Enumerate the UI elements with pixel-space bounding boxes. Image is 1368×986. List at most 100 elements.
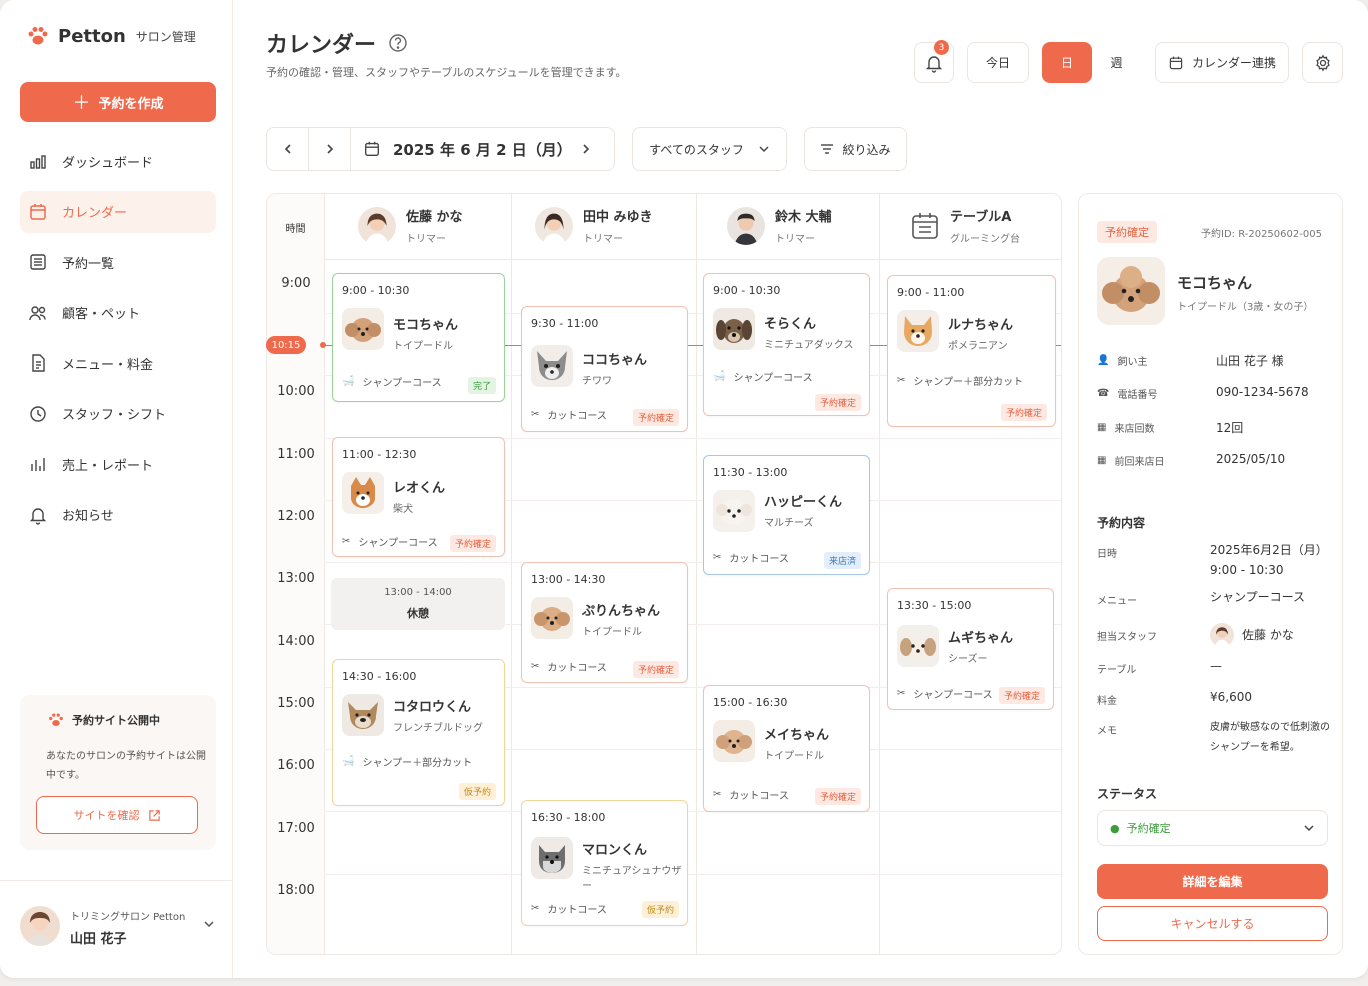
pet-name: マロンくん: [582, 843, 648, 858]
appointment-card[interactable]: 11:00 - 12:30 レオくん 柴犬 ✂ シャンプーコース 予約確定: [332, 437, 505, 557]
nav-label: 顧客・ペット: [62, 307, 141, 322]
pet-breed: ミニチュアシュナウザー: [582, 866, 682, 892]
nav-label: スタッフ・シフト: [62, 408, 167, 423]
prev-day-button[interactable]: [267, 128, 309, 170]
time-label: 10:00: [277, 384, 315, 399]
filter-button[interactable]: 絞り込み: [804, 127, 907, 171]
appointment-card[interactable]: 15:00 - 16:30 メイちゃん トイプードル ✂ カットコース 予約確定: [703, 685, 870, 812]
appointment-time: 9:30 - 11:00: [531, 317, 599, 330]
appointment-card[interactable]: 13:30 - 15:00 ムギちゃん シーズー ✂ シャンプーコース 予約確定: [887, 588, 1054, 710]
nav-item-notifications[interactable]: お知らせ: [20, 494, 216, 536]
chevron-left-icon: [284, 144, 291, 154]
pet-photo: [713, 490, 755, 532]
pet-photo: [531, 597, 573, 639]
chevron-right-icon[interactable]: [581, 143, 591, 155]
nav-item-customers[interactable]: 顧客・ペット: [20, 292, 216, 334]
view-site-button[interactable]: サイトを確認: [36, 796, 198, 834]
staff-filter-label: すべてのスタッフ: [649, 142, 744, 157]
calendar-sync-label: カレンダー連携: [1191, 56, 1276, 70]
calendar-icon: [1169, 56, 1183, 69]
staff-filter-dropdown[interactable]: すべてのスタッフ: [632, 127, 787, 171]
staff-role: トリマー: [583, 234, 623, 245]
appointment-card[interactable]: 9:00 - 10:30 そらくん ミニチュアダックス 🛁 シャンプーコース 予約…: [703, 273, 870, 416]
current-time-dot: [320, 342, 326, 348]
column-header-staff[interactable]: 鈴木 大輔 トリマー: [727, 206, 832, 245]
current-date: 2025 年 6 月 2 日（月）: [393, 140, 572, 159]
time-label: 13:00: [277, 571, 315, 586]
status-badge: 予約確定: [632, 661, 679, 678]
next-day-button[interactable]: [309, 128, 351, 170]
appointment-card[interactable]: 16:30 - 18:00 マロンくん ミニチュアシュナウザー ✂ カットコース …: [521, 800, 688, 926]
help-icon[interactable]: [388, 33, 408, 53]
time-label: 14:00: [277, 634, 315, 649]
status-badge: 完了: [467, 377, 496, 394]
nav-item-dashboard[interactable]: ダッシュボード: [20, 140, 216, 182]
staff-avatar: [1210, 623, 1234, 647]
table-name: テーブルA: [950, 210, 1012, 225]
appointment-time: 16:30 - 18:00: [531, 811, 606, 824]
appointment-card[interactable]: 13:00 - 14:30 ぷりんちゃん トイプードル ✂ カットコース 予約確定: [521, 562, 688, 683]
gear-icon: [1315, 54, 1330, 71]
table-label: テーブル: [1097, 665, 1137, 676]
pet-name: ルナちゃん: [948, 318, 1014, 333]
break-label: 休憩: [407, 607, 429, 620]
column-header-staff[interactable]: 佐藤 かな トリマー: [358, 206, 463, 245]
appointment-time: 9:00 - 11:00: [897, 286, 965, 299]
nav-item-menu[interactable]: メニュー・料金: [20, 342, 216, 384]
staff-role: トリマー: [406, 234, 446, 245]
status-select[interactable]: ● 予約確定: [1097, 810, 1328, 846]
appointment-card[interactable]: 9:00 - 11:00 ルナちゃん ポメラニアン ✂ シャンプー＋部分カット 予…: [887, 275, 1056, 427]
status-badge: 予約確定: [632, 409, 679, 426]
column-header-staff[interactable]: 田中 みゆき トリマー: [535, 206, 653, 245]
nav-label: メニュー・料金: [62, 357, 154, 373]
menu-name: カットコース: [547, 663, 607, 674]
page-subtitle: 予約の確認・管理、スタッフやテーブルのスケジュールを管理できます。: [266, 66, 627, 79]
date-picker[interactable]: 2025 年 6 月 2 日（月）: [351, 139, 581, 160]
break-block[interactable]: 13:00 - 14:00 休憩: [331, 578, 505, 630]
settings-button[interactable]: [1302, 42, 1343, 83]
appointment-time: 13:00 - 14:30: [531, 573, 606, 586]
list-icon: [30, 254, 46, 270]
nav-item-staff[interactable]: スタッフ・シフト: [20, 393, 216, 435]
status-badge: 仮予約: [641, 901, 679, 918]
filter-label: 絞り込み: [842, 142, 891, 157]
appointment-time: 9:00 - 10:30: [713, 284, 781, 297]
nav-item-calendar[interactable]: カレンダー: [20, 190, 216, 233]
column-header-table[interactable]: テーブルA グルーミング台: [910, 206, 1020, 245]
chevron-down-icon: [204, 921, 214, 928]
appointment-time: 15:00 - 16:30: [713, 696, 788, 709]
time-label: 17:00: [277, 821, 315, 836]
appointment-card[interactable]: 9:30 - 11:00 ココちゃん チワワ ✂ カットコース 予約確定: [521, 306, 688, 432]
logo[interactable]: Petton サロン管理: [26, 24, 196, 48]
visits-label: 来店回数: [1114, 424, 1155, 435]
promo-desc: あなたのサロンの予約サイトは公開中です。: [46, 751, 206, 781]
reservation-detail-panel: 予約確定 予約ID: R-20250602-005 モコちゃん トイプードル（3…: [1078, 193, 1343, 955]
appointment-card[interactable]: 9:00 - 10:30 モコちゃん トイプードル 🛁 シャンプーコース 完了: [332, 273, 505, 402]
nav-item-reservations[interactable]: 予約一覧: [20, 241, 216, 283]
brand-sub: サロン管理: [135, 29, 196, 44]
cancel-reservation-button[interactable]: キャンセルする: [1097, 906, 1328, 941]
view-day-button[interactable]: 日: [1042, 42, 1092, 83]
nav-item-sales[interactable]: 売上・レポート: [20, 443, 216, 485]
staff-value: 佐藤 かな: [1210, 623, 1294, 647]
status-dot: ●: [1110, 822, 1120, 835]
view-week-button[interactable]: 週: [1092, 42, 1141, 83]
today-button[interactable]: 今日: [967, 42, 1029, 83]
datetime-label: 日時: [1097, 549, 1117, 560]
scissors-icon: ✂: [713, 789, 722, 800]
pet-photo: [342, 694, 384, 736]
bath-icon: 🛁: [713, 371, 726, 382]
create-reservation-button[interactable]: ＋ 予約を作成: [20, 82, 216, 122]
appointment-card[interactable]: 11:30 - 13:00 ハッピーくん マルチーズ ✂ カットコース 来店済: [703, 455, 870, 575]
calendar-sync-button[interactable]: カレンダー連携: [1155, 42, 1289, 83]
edit-details-button[interactable]: 詳細を編集: [1097, 864, 1328, 899]
notifications-button[interactable]: 3: [914, 40, 954, 83]
pet-breed: マルチーズ: [764, 518, 814, 529]
time-label: 9:00: [281, 276, 311, 291]
pet-photo: [897, 310, 939, 352]
pet-name: メイちゃん: [764, 728, 830, 743]
chevron-down-icon: [1304, 825, 1314, 832]
menu-name: カットコース: [729, 554, 789, 565]
appointment-card[interactable]: 14:30 - 16:00 コタロウくん フレンチブルドッグ 🛁 シャンプー＋部分…: [332, 659, 505, 806]
user-menu[interactable]: トリミングサロン Petton 山田 花子: [0, 880, 233, 978]
